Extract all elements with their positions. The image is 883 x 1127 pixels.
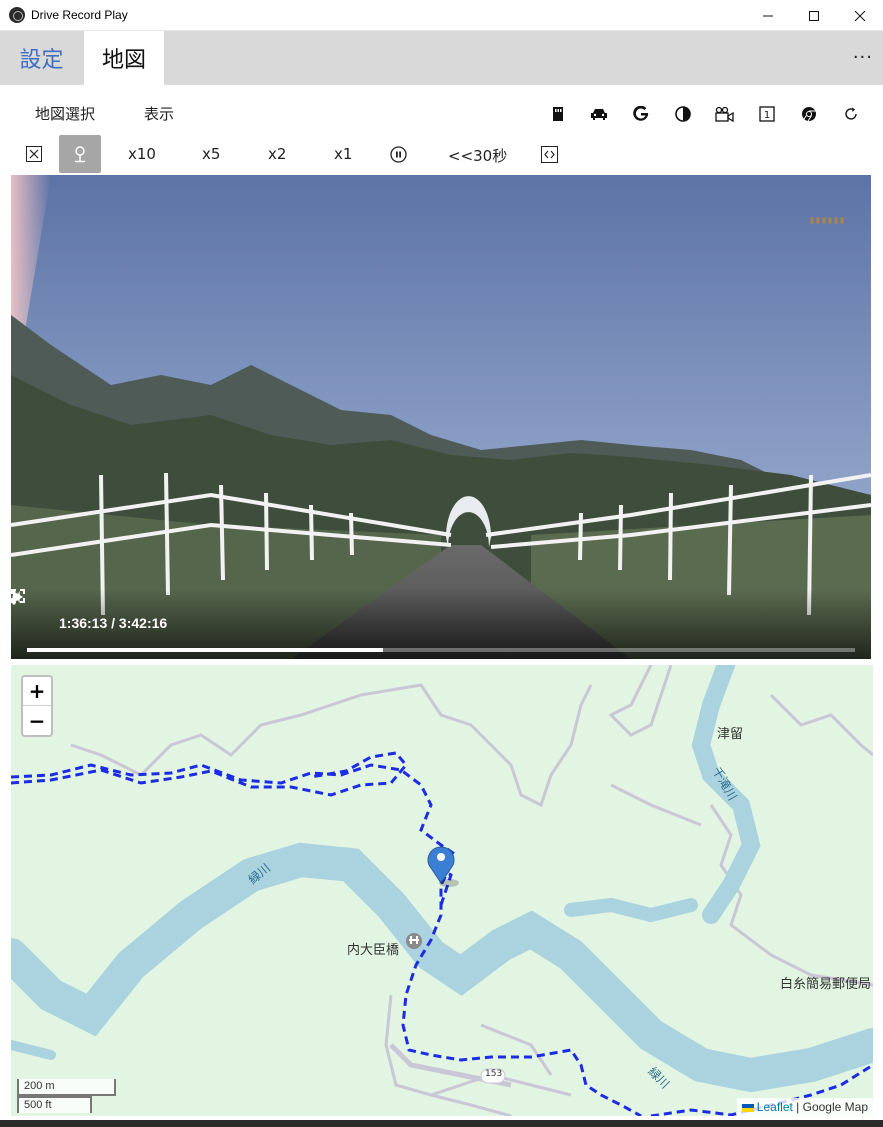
zoom-in-button[interactable]: + — [23, 677, 51, 706]
map-canvas — [11, 665, 873, 1116]
scale-metric: 200 m — [17, 1079, 116, 1096]
window-title: Drive Record Play — [31, 8, 128, 22]
map-label-route: 153 — [485, 1069, 503, 1079]
title-bar: Drive Record Play — [0, 0, 883, 31]
follow-pin-button[interactable] — [59, 135, 101, 173]
window-controls — [745, 0, 883, 31]
video-progress-fill — [27, 648, 384, 652]
close-button[interactable] — [837, 0, 883, 31]
tab-bar: 設定 地図 ··· — [0, 31, 883, 85]
video-frame — [11, 175, 871, 659]
refresh-icon[interactable] — [841, 104, 861, 124]
more-button[interactable]: ··· — [853, 47, 873, 68]
one-icon[interactable]: 1 — [757, 104, 777, 124]
map-label-tsuru: 津留 — [717, 727, 744, 742]
leaflet-link[interactable]: Leaflet — [757, 1100, 793, 1114]
tab-map[interactable]: 地図 — [84, 31, 164, 85]
map-select-menu[interactable]: 地図選択 — [35, 103, 95, 124]
contrast-icon[interactable] — [673, 104, 693, 124]
attribution-separator: | — [792, 1100, 803, 1114]
dashcam-stamp: ▮▮▮▮▮▮ — [808, 215, 845, 226]
car-icon[interactable] — [589, 104, 609, 124]
speed-x10-button[interactable]: x10 — [128, 145, 156, 163]
display-menu[interactable]: 表示 — [144, 103, 174, 124]
camera-icon[interactable] — [714, 104, 734, 124]
code-icon — [541, 146, 558, 163]
video-player[interactable]: ▮▮▮▮▮▮ 1:36:13 / 3:42:16 — [11, 175, 871, 659]
map-attribution: Leaflet | Google Map — [736, 1098, 873, 1116]
svg-text:1: 1 — [764, 110, 770, 121]
maximize-button[interactable] — [791, 0, 837, 31]
bridge-poi-icon — [406, 933, 422, 949]
tab-settings[interactable]: 設定 — [0, 31, 83, 85]
google-icon[interactable] — [631, 104, 651, 124]
speed-x1-button[interactable]: x1 — [334, 145, 352, 163]
map-label-post-office: 白糸簡易郵便局 — [780, 977, 872, 992]
close-box-icon — [26, 146, 42, 162]
ukraine-flag-icon — [741, 1103, 754, 1112]
google-map-attribution: Google Map — [802, 1100, 868, 1114]
map-view[interactable]: 津留 千滝川 緑川 緑川 内大臣橋 白糸簡易郵便局 153 + − 200 m … — [11, 665, 873, 1116]
minimize-icon — [763, 15, 773, 16]
pause-icon — [390, 146, 407, 163]
main-toolbar: 地図選択 表示 1 — [0, 95, 883, 133]
minimize-button[interactable] — [745, 0, 791, 31]
scale-imperial: 500 ft — [17, 1096, 92, 1113]
chrome-icon[interactable] — [799, 104, 819, 124]
playback-toolbar: x10 x5 x2 x1 <<30秒 — [0, 135, 883, 175]
pin-icon — [75, 146, 85, 163]
code-button[interactable] — [541, 146, 558, 167]
close-icon — [855, 10, 865, 21]
map-scale: 200 m 500 ft — [17, 1079, 116, 1113]
map-label-bridge: 内大臣橋 — [347, 943, 400, 958]
rewind-30s-button[interactable]: <<30秒 — [448, 145, 507, 166]
video-time: 1:36:13 / 3:42:16 — [59, 615, 168, 631]
video-menu-icon[interactable] — [11, 589, 17, 605]
video-controls: 1:36:13 / 3:42:16 — [11, 589, 871, 659]
app-icon — [9, 7, 25, 23]
zoom-control: + − — [21, 675, 53, 737]
pause-button[interactable] — [390, 146, 407, 167]
sd-card-icon[interactable] — [548, 104, 568, 124]
zoom-out-button[interactable]: − — [23, 706, 51, 735]
close-track-button[interactable] — [26, 146, 42, 166]
video-progress-bar[interactable] — [27, 648, 855, 652]
bottom-edge — [0, 1120, 883, 1127]
maximize-icon — [809, 10, 819, 21]
speed-x5-button[interactable]: x5 — [202, 145, 220, 163]
speed-x2-button[interactable]: x2 — [268, 145, 286, 163]
